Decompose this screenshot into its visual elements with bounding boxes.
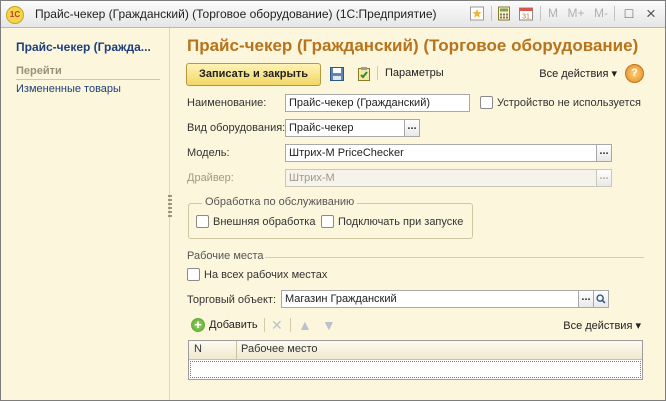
nav-section-goto: Перейти <box>16 65 160 80</box>
workplaces-section-title: Рабочие места <box>187 250 264 262</box>
nav-panel-title: Прайс-чекер (Гражда... <box>16 40 151 54</box>
section-divider <box>265 257 644 258</box>
connect-on-start-label: Подключать при запуске <box>338 216 464 228</box>
parameters-button[interactable]: Параметры <box>385 67 444 79</box>
store-field[interactable]: Магазин Гражданский <box>281 290 580 308</box>
table-row[interactable] <box>190 361 641 378</box>
store-label: Торговый объект: <box>187 294 277 306</box>
toolbar-separator <box>290 318 291 332</box>
model-select-button[interactable]: ... <box>596 144 612 162</box>
table-header: N Рабочее место <box>189 341 642 360</box>
table-all-actions-menu[interactable]: Все действия ▾ <box>563 319 641 332</box>
service-group-title: Обработка по обслуживанию <box>202 196 358 208</box>
navigation-panel: Прайс-чекер (Гражда... Перейти Измененны… <box>1 28 170 400</box>
column-header-workplace[interactable]: Рабочее место <box>241 343 318 355</box>
store-select-button[interactable]: ... <box>578 290 594 308</box>
delete-icon: ✕ <box>271 317 283 333</box>
toolbar-separator <box>264 318 265 332</box>
driver-select-button: ... <box>596 169 612 187</box>
search-icon[interactable] <box>593 290 609 308</box>
device-unused-label: Устройство не используется <box>497 97 641 109</box>
save-icon[interactable] <box>329 66 345 82</box>
form-area: Прайс-чекер (Гражданский) (Торговое обор… <box>173 28 665 400</box>
model-field[interactable]: Штрих-М PriceChecker <box>285 144 598 162</box>
app-logo-icon[interactable]: 1С <box>6 6 24 24</box>
connect-on-start-checkbox[interactable] <box>321 215 334 228</box>
app-window: 1С Прайс-чекер (Гражданский) (Торговое о… <box>0 0 666 401</box>
move-up-icon: ▲ <box>298 317 312 333</box>
calendar-icon[interactable]: 31 <box>518 5 534 22</box>
add-button[interactable]: Добавить <box>209 319 258 331</box>
toolbar-separator <box>377 66 378 80</box>
equipment-type-label: Вид оборудования: <box>187 122 286 134</box>
memory-minus-button[interactable]: M- <box>592 5 610 22</box>
driver-field: Штрих-М <box>285 169 598 187</box>
memory-button[interactable]: M <box>546 5 560 22</box>
device-unused-checkbox[interactable] <box>480 96 493 109</box>
close-button[interactable]: × <box>643 5 659 22</box>
calculator-icon[interactable] <box>496 5 512 22</box>
title-separator <box>614 6 615 21</box>
driver-label: Драйвер: <box>187 172 234 184</box>
clipboard-icon[interactable] <box>356 66 372 82</box>
equipment-type-field[interactable]: Прайс-чекер <box>285 119 406 137</box>
external-processing-label: Внешняя обработка <box>213 216 316 228</box>
name-label: Наименование: <box>187 97 267 109</box>
panel-resize-grip[interactable] <box>168 195 172 219</box>
external-processing-checkbox[interactable] <box>196 215 209 228</box>
column-header-n[interactable]: N <box>194 343 202 355</box>
title-bar: 1С Прайс-чекер (Гражданский) (Торговое о… <box>1 1 665 28</box>
nav-link-changed-goods[interactable]: Измененные товары <box>16 83 121 95</box>
title-separator <box>491 6 492 21</box>
all-workplaces-label: На всех рабочих местах <box>204 269 328 281</box>
add-icon[interactable]: + <box>191 318 205 332</box>
all-actions-menu[interactable]: Все действия ▾ <box>539 67 617 80</box>
workplaces-table: N Рабочее место <box>188 340 643 380</box>
restore-button[interactable]: □ <box>621 5 637 22</box>
memory-plus-button[interactable]: M+ <box>566 5 586 22</box>
window-title: Прайс-чекер (Гражданский) (Торговое обор… <box>35 7 437 21</box>
form-title: Прайс-чекер (Гражданский) (Торговое обор… <box>187 36 639 55</box>
title-separator <box>540 6 541 21</box>
name-field[interactable]: Прайс-чекер (Гражданский) <box>285 94 470 112</box>
save-and-close-button[interactable]: Записать и закрыть <box>186 63 321 86</box>
column-separator <box>236 341 237 359</box>
svg-text:31: 31 <box>522 14 530 21</box>
favorite-star-icon[interactable] <box>469 5 485 22</box>
help-icon[interactable]: ? <box>625 64 644 83</box>
model-label: Модель: <box>187 147 230 159</box>
all-workplaces-checkbox[interactable] <box>187 268 200 281</box>
equipment-type-select-button[interactable]: ... <box>404 119 420 137</box>
move-down-icon: ▼ <box>322 317 336 333</box>
